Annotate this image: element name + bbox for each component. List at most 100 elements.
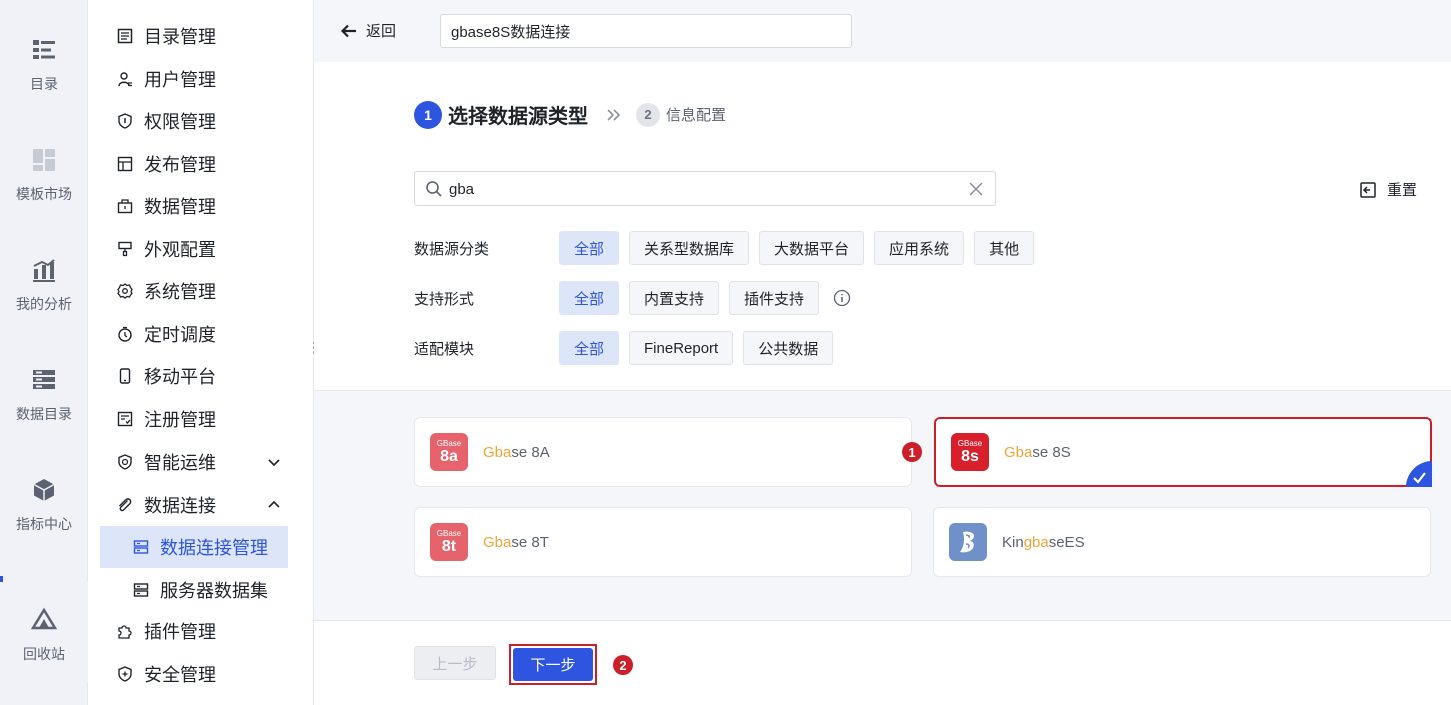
check-icon (1406, 461, 1432, 487)
previous-step-button[interactable]: 上一步 (414, 646, 496, 680)
rail-item-my-analysis[interactable]: 我的分析 (0, 232, 88, 332)
rail-item-catalog[interactable]: 目录 (0, 12, 88, 112)
menu-item-smart-ops[interactable]: 智能运维 (88, 442, 314, 482)
chip-module-public-data[interactable]: 公共数据 (743, 331, 834, 365)
wizard-footer: 上一步 下一步 2 (314, 620, 1451, 705)
shield-icon (116, 112, 134, 130)
rail-label: 我的分析 (16, 296, 72, 312)
menu-item-publish-management[interactable]: 发布管理 (88, 144, 314, 184)
rail-label: 目录 (30, 76, 58, 92)
menu-item-system-management[interactable]: 系统管理 (88, 271, 314, 311)
menu-item-registration-management[interactable]: 注册管理 (88, 399, 314, 439)
publish-icon (116, 155, 134, 173)
step-1-label: 选择数据源类型 (448, 106, 588, 128)
filter-row-category: 数据源分类 全部 关系型数据库 大数据平台 应用系统 其他 (414, 231, 1044, 265)
filter-label-category: 数据源分类 (414, 240, 490, 258)
next-step-button[interactable]: 下一步 (513, 648, 593, 681)
mobile-icon (116, 367, 134, 385)
menu-item-mobile-platform[interactable]: 移动平台 (88, 356, 314, 396)
admin-menu: 目录管理 用户管理 权限管理 发布管理 数据管理 外观配置 系统管理 定时调度 … (88, 0, 314, 705)
datasource-card-kingbasees[interactable]: KingbaseES (933, 507, 1431, 577)
filter-row-module: 适配模块 全部 FineReport 公共数据 (414, 331, 843, 365)
brush-icon (116, 240, 134, 258)
menu-item-user-management[interactable]: 用户管理 (88, 59, 314, 99)
menu-item-appearance-config[interactable]: 外观配置 (88, 229, 314, 269)
menu-item-catalog-management[interactable]: 目录管理 (88, 16, 314, 56)
datasource-name: Gbase 8S (1004, 443, 1071, 461)
datasource-card-gbase-8a[interactable]: GBase 8a Gbase 8A (414, 417, 912, 487)
chip-category-relational[interactable]: 关系型数据库 (629, 231, 750, 265)
rail-label: 指标中心 (16, 516, 72, 532)
analysis-icon (30, 256, 58, 284)
top-bar: 返回 (314, 0, 1451, 62)
register-icon (116, 410, 134, 428)
search-icon (426, 181, 442, 197)
chip-support-plugin[interactable]: 插件支持 (729, 281, 820, 315)
step-1-number: 1 (414, 100, 442, 129)
server-icon (132, 581, 150, 599)
chevron-up-icon[interactable] (266, 497, 282, 513)
rail-item-metrics-center[interactable]: 指标中心 (0, 452, 88, 552)
chevron-down-icon[interactable] (266, 454, 282, 470)
menu-sub-item-server-dataset[interactable]: 服务器数据集 (100, 569, 288, 611)
menu-item-plugin-management[interactable]: 插件管理 (88, 611, 314, 651)
menu-item-data-management[interactable]: 数据管理 (88, 186, 314, 226)
plugin-icon (116, 622, 134, 640)
menu-item-scheduling[interactable]: 定时调度 (88, 314, 314, 354)
security-icon (116, 665, 134, 683)
gbase-8s-logo: GBase 8s (951, 433, 989, 471)
list-icon (116, 27, 134, 45)
step-2-label: 信息配置 (666, 107, 727, 124)
filter-row-support: 支持形式 全部 内置支持 插件支持 (414, 281, 851, 315)
gbase-8t-logo: GBase 8t (430, 523, 468, 561)
user-icon (116, 70, 134, 88)
link-icon (116, 496, 134, 514)
catalog-icon (30, 36, 58, 64)
double-chevron-right-icon (607, 108, 621, 121)
datasource-name: Gbase 8T (483, 533, 549, 551)
metrics-center-icon (30, 476, 58, 504)
chip-module-all[interactable]: 全部 (559, 331, 620, 365)
ops-icon (116, 453, 134, 471)
datasource-list: GBase 8a Gbase 8A GBase 8s Gbase 8S GBas… (314, 390, 1451, 620)
server-icon (132, 538, 150, 556)
gbase-8a-logo: GBase 8a (430, 433, 468, 471)
chip-support-all[interactable]: 全部 (559, 281, 620, 315)
data-icon (116, 197, 134, 215)
datasource-card-gbase-8t[interactable]: GBase 8t Gbase 8T (414, 507, 912, 577)
datasource-card-gbase-8s[interactable]: GBase 8s Gbase 8S (934, 417, 1432, 487)
rail-item-recycle-bin[interactable]: 回收站 (0, 582, 88, 682)
rail-item-template-market[interactable]: 模板市场 (0, 122, 88, 222)
info-icon[interactable] (833, 289, 851, 307)
chip-category-all[interactable]: 全部 (559, 231, 620, 265)
data-catalog-icon (30, 366, 58, 394)
recycle-bin-icon (30, 606, 58, 634)
chip-module-finereport[interactable]: FineReport (629, 331, 734, 365)
close-icon[interactable] (969, 182, 983, 196)
menu-item-data-connection[interactable]: 数据连接 (88, 485, 314, 525)
datasource-name: KingbaseES (1002, 533, 1085, 551)
rail-label: 数据目录 (16, 406, 72, 422)
menu-item-permission-management[interactable]: 权限管理 (88, 101, 314, 141)
back-button[interactable]: 返回 (340, 20, 396, 41)
chip-category-bigdata[interactable]: 大数据平台 (759, 231, 865, 265)
chip-support-builtin[interactable]: 内置支持 (629, 281, 720, 315)
connection-name-input[interactable] (440, 14, 852, 48)
rail-label: 模板市场 (16, 186, 72, 202)
timer-icon (116, 325, 134, 343)
menu-item-security-management[interactable]: 安全管理 (88, 654, 314, 694)
datasource-name: Gbase 8A (483, 443, 550, 461)
chip-category-other[interactable]: 其他 (974, 231, 1035, 265)
rail-label: 回收站 (23, 646, 65, 662)
template-market-icon (30, 146, 58, 174)
search-input[interactable] (449, 177, 949, 201)
chip-category-application[interactable]: 应用系统 (874, 231, 965, 265)
rail-item-data-catalog[interactable]: 数据目录 (0, 342, 88, 442)
filter-label-support: 支持形式 (414, 290, 475, 308)
annotation-badge-2: 2 (613, 655, 633, 675)
reset-button[interactable]: 重置 (1359, 179, 1417, 200)
menu-sub-item-data-connection-management[interactable]: 数据连接管理 (100, 526, 288, 568)
main-content: 返回 1 选择数据源类型 2 信息配置 重置 数据源分类 全部 关系型数据库 大… (314, 0, 1451, 705)
annotation-badge-1: 1 (902, 442, 922, 462)
arrow-left-icon (340, 24, 356, 37)
